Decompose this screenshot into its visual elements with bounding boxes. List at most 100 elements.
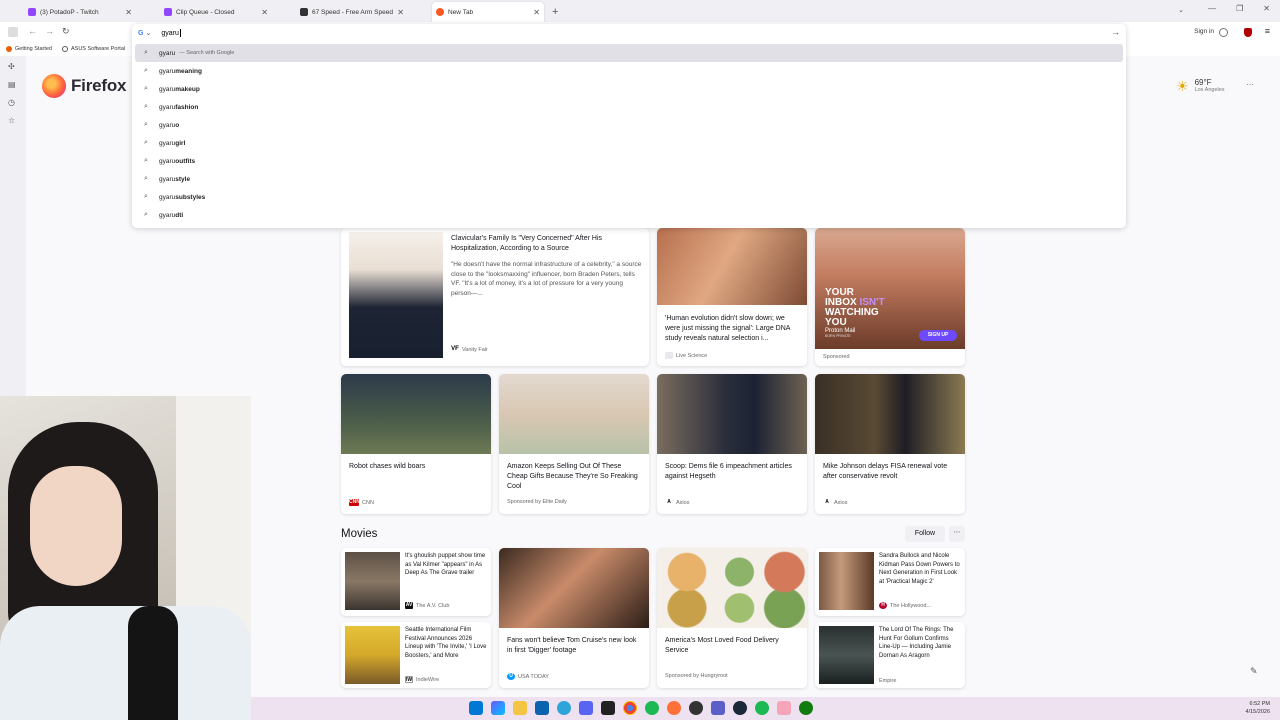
story-card-seattle-film[interactable]: Seattle International Film Festival Anno…: [341, 622, 491, 688]
reload-icon[interactable]: ↻: [62, 26, 70, 37]
ad-card-amazon[interactable]: Amazon Keeps Selling Out Of These Cheap …: [499, 374, 649, 514]
weather-widget[interactable]: ☀ 69°F Los Angeles: [1176, 78, 1225, 95]
tab-title: 67 Speed - Free Arm Speed Clic: [312, 8, 393, 16]
sign-up-button[interactable]: SIGN UP: [919, 330, 957, 341]
bookmarks-icon[interactable]: ☆: [8, 116, 15, 125]
minimize-icon[interactable]: —: [1208, 4, 1216, 13]
tab-twitch[interactable]: (3) PotadoP - Twitch ✕: [24, 2, 136, 22]
list-all-tabs-icon[interactable]: ⌄: [1178, 6, 1184, 14]
tab-new-tab[interactable]: New Tab ✕: [432, 2, 544, 22]
suggestion-item[interactable]: ⌕ gyaru fashion: [135, 98, 1123, 116]
taskbar-apps: [469, 701, 813, 715]
close-window-icon[interactable]: ✕: [1263, 4, 1270, 13]
history-icon[interactable]: ◷: [8, 98, 15, 107]
suggestion-item[interactable]: ⌕ gyaru makeup: [135, 80, 1123, 98]
firefox-taskbar-icon[interactable]: [667, 701, 681, 715]
story-card-tom-cruise[interactable]: Fans won't believe Tom Cruise's new look…: [499, 548, 649, 688]
chrome-icon[interactable]: [623, 701, 637, 715]
urlbar-input-row[interactable]: G ⌄ gyaru →: [132, 24, 1126, 42]
back-icon[interactable]: ←: [28, 26, 37, 36]
close-tab-icon[interactable]: ✕: [261, 8, 268, 17]
app-menu-icon[interactable]: ≡: [1265, 26, 1270, 36]
teams-icon[interactable]: [711, 701, 725, 715]
close-tab-icon[interactable]: ✕: [533, 8, 540, 17]
story-card-evolution[interactable]: 'Human evolution didn't slow down; we we…: [657, 228, 807, 366]
search-icon: ⌕: [144, 211, 148, 218]
story-card-lotr[interactable]: The Lord Of The Rings: The Hunt For Goll…: [815, 622, 965, 688]
suggestion-item[interactable]: ⌕ gyaru girl: [135, 134, 1123, 152]
story-title: Mike Johnson delays FISA renewal vote af…: [823, 463, 948, 480]
edge-icon[interactable]: [557, 701, 571, 715]
urlbar-input[interactable]: gyaru: [161, 30, 179, 37]
ai-chatbot-icon[interactable]: ✣: [8, 62, 15, 71]
story-card-robot[interactable]: Robot chases wild boars CNN CNN: [341, 374, 491, 514]
restore-icon[interactable]: ❐: [1236, 4, 1243, 13]
search-engine-selector[interactable]: G ⌄: [138, 29, 151, 38]
tab-title: New Tab: [448, 8, 474, 16]
source-label: USA TODAY: [518, 673, 549, 680]
app-icon[interactable]: [777, 701, 791, 715]
follow-button[interactable]: Follow: [905, 526, 945, 542]
ublock-icon[interactable]: [1244, 28, 1252, 37]
weather-menu-icon[interactable]: ⋯: [1246, 80, 1254, 89]
section-title-movies: Movies: [341, 528, 378, 540]
story-card-val-kilmer[interactable]: It's ghoulish puppet show time as Val Ki…: [341, 548, 491, 616]
close-tab-icon[interactable]: ✕: [125, 8, 132, 17]
clock-date: 4/15/2026: [1245, 709, 1270, 715]
story-title: Clavicular's Family Is "Very Concerned" …: [451, 235, 603, 252]
suggestion-item[interactable]: ⌕ gyaru o: [135, 116, 1123, 134]
suggestion-item[interactable]: ⌕ gyaru dti: [135, 206, 1123, 224]
tab-clip-queue[interactable]: Clip Queue - Closed ✕: [160, 2, 272, 22]
suggestion-text: gyaru: [159, 175, 176, 183]
bookmark-asus-portal[interactable]: ASUS Software Portal: [62, 46, 125, 52]
suggestion-item[interactable]: ⌕ gyaru — Search with Google: [135, 44, 1123, 62]
story-card-mike-johnson[interactable]: Mike Johnson delays FISA renewal vote af…: [815, 374, 965, 514]
copilot-icon[interactable]: [491, 701, 505, 715]
outlook-icon[interactable]: [535, 701, 549, 715]
vanity-fair-icon: VF: [451, 346, 459, 353]
windows-start-icon[interactable]: [469, 701, 483, 715]
ad-image: [499, 374, 649, 454]
sponsored-label: Sponsored by Hungryroot: [665, 673, 728, 679]
suggestion-item[interactable]: ⌕ gyaru style: [135, 170, 1123, 188]
synced-tabs-icon[interactable]: ▤: [8, 80, 16, 89]
text-cursor: [179, 29, 181, 37]
obs-icon[interactable]: [689, 701, 703, 715]
suggestion-item[interactable]: ⌕ gyaru substyles: [135, 188, 1123, 206]
window-controls: — ❐ ✕: [1208, 4, 1270, 13]
tab-67-speed[interactable]: 67 Speed - Free Arm Speed Clic ✕: [296, 2, 408, 22]
xbox-icon[interactable]: [799, 701, 813, 715]
terminal-icon[interactable]: [601, 701, 615, 715]
bookmark-getting-started[interactable]: Getting Started: [6, 46, 52, 52]
firefox-icon: [6, 46, 12, 52]
go-arrow-icon[interactable]: →: [1111, 27, 1120, 37]
new-tab-button[interactable]: +: [552, 2, 558, 22]
suggestion-completion: substyles: [175, 193, 206, 201]
suggestion-item[interactable]: ⌕ gyaru meaning: [135, 62, 1123, 80]
weather-temperature: 69°F: [1194, 78, 1212, 87]
spotify-icon[interactable]: [755, 701, 769, 715]
forward-icon[interactable]: →: [45, 26, 54, 36]
extension-icon[interactable]: [1219, 28, 1228, 37]
spotify-icon[interactable]: [645, 701, 659, 715]
file-explorer-icon[interactable]: [513, 701, 527, 715]
source-label: The Hollywood...: [890, 602, 931, 609]
sidebar-toggle-icon[interactable]: [8, 27, 18, 37]
suggestion-item[interactable]: ⌕ gyaru outfits: [135, 152, 1123, 170]
steam-icon[interactable]: [733, 701, 747, 715]
sign-in-button[interactable]: Sign in: [1194, 28, 1214, 35]
story-card-practical-magic[interactable]: Sandra Bullock and Nicole Kidman Pass Do…: [815, 548, 965, 616]
taskbar-clock[interactable]: 6:52 PM 4/15/2026: [1246, 700, 1270, 716]
story-card-dems[interactable]: Scoop: Dems file 6 impeachment articles …: [657, 374, 807, 514]
story-source: Empire: [879, 678, 896, 684]
discord-icon[interactable]: [579, 701, 593, 715]
story-title: Fans won't believe Tom Cruise's new look…: [507, 637, 637, 654]
ad-card-hungryroot[interactable]: America's Most Loved Food Delivery Servi…: [657, 548, 807, 688]
section-more-icon[interactable]: ⋯: [949, 526, 965, 542]
customize-icon[interactable]: ✎: [1250, 666, 1258, 677]
story-card-clavicular[interactable]: Clavicular's Family Is "Very Concerned" …: [341, 228, 649, 366]
story-source: Live Science: [665, 352, 707, 359]
close-tab-icon[interactable]: ✕: [397, 8, 404, 17]
ad-card-proton-mail[interactable]: YOUR INBOX ISN'T WATCHING YOU Proton Mai…: [815, 228, 965, 366]
ad-line: YOU: [825, 317, 847, 328]
